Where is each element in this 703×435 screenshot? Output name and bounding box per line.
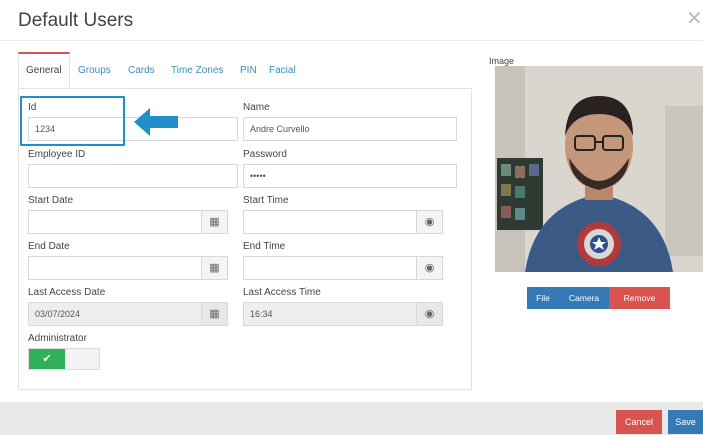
administrator-toggle[interactable]: ✔ (28, 348, 100, 370)
end-date-label: End Date (28, 241, 70, 252)
start-time-input[interactable] (243, 210, 417, 234)
header-divider (0, 40, 703, 41)
tab-pin[interactable]: PIN (240, 52, 257, 88)
password-input[interactable]: ••••• (243, 164, 457, 188)
calendar-icon[interactable]: ▦ (202, 210, 228, 234)
start-time-label: Start Time (243, 195, 289, 206)
tab-bar: General Groups Cards Time Zones PIN Faci… (18, 52, 470, 88)
last-access-time-input: 16:34 (243, 302, 417, 326)
file-button[interactable]: File (527, 287, 559, 309)
arrow-left-icon (134, 108, 178, 136)
employee-id-label: Employee ID (28, 149, 86, 160)
remove-button[interactable]: Remove (609, 287, 670, 309)
password-label: Password (243, 149, 287, 160)
clock-icon[interactable]: ◉ (417, 256, 443, 280)
tab-groups[interactable]: Groups (78, 52, 111, 88)
image-label: Image (489, 56, 515, 66)
calendar-icon[interactable]: ▦ (202, 256, 228, 280)
start-date-label: Start Date (28, 195, 74, 206)
clock-icon[interactable]: ◉ (417, 210, 443, 234)
calendar-icon: ▦ (202, 302, 228, 326)
name-label: Name (243, 102, 270, 113)
tab-facial[interactable]: Facial (269, 52, 296, 88)
cancel-button[interactable]: Cancel (616, 410, 662, 434)
tab-general[interactable]: General (18, 52, 70, 88)
end-time-input[interactable] (243, 256, 417, 280)
tab-cards[interactable]: Cards (128, 52, 155, 88)
start-date-input[interactable] (28, 210, 202, 234)
end-time-label: End Time (243, 241, 286, 252)
tab-time-zones[interactable]: Time Zones (171, 52, 223, 88)
dialog-footer (0, 402, 703, 435)
clock-icon: ◉ (417, 302, 443, 326)
name-input[interactable]: Andre Curvello (243, 117, 457, 141)
dialog-title: Default Users (18, 10, 134, 31)
check-icon: ✔ (29, 349, 65, 369)
user-photo (495, 66, 703, 272)
last-access-date-input: 03/07/2024 (28, 302, 202, 326)
last-access-time-label: Last Access Time (243, 287, 321, 298)
camera-button[interactable]: Camera (559, 287, 609, 309)
last-access-date-label: Last Access Date (28, 287, 106, 298)
employee-id-input[interactable] (28, 164, 238, 188)
end-date-input[interactable] (28, 256, 202, 280)
save-button[interactable]: Save (668, 410, 703, 434)
close-icon[interactable]: ✕ (686, 6, 703, 31)
administrator-label: Administrator (28, 333, 87, 344)
id-highlight-box (20, 96, 125, 146)
